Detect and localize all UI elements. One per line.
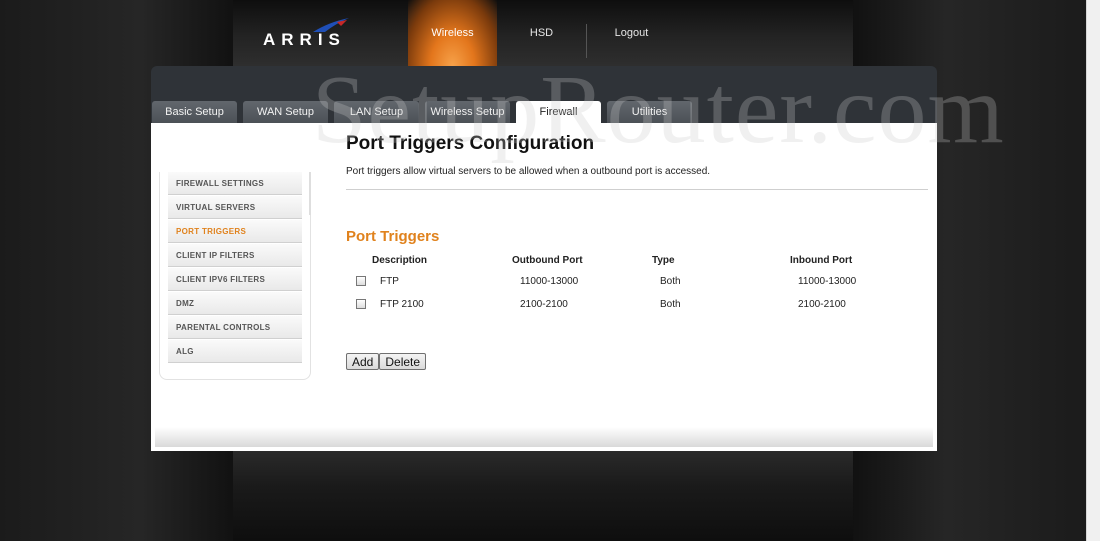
page-description: Port triggers allow virtual servers to b… (346, 166, 711, 177)
tab-wan-setup[interactable]: WAN Setup (243, 101, 328, 123)
topnav-label: HSD (529, 27, 554, 39)
topnav-label: Logout (614, 27, 649, 39)
row-checkbox[interactable] (356, 299, 366, 310)
bottom-decor (233, 451, 853, 541)
main-panel: Basic Setup WAN Setup LAN Setup Wireless… (151, 66, 937, 451)
sidemenu-port-triggers[interactable]: PORT TRIGGERS (168, 220, 302, 243)
header-select (356, 250, 372, 270)
table-row: FTP 11000-13000 Both 11000-13000 (356, 270, 930, 293)
row-description: FTP 2100 (380, 299, 424, 310)
sidemenu-client-ip-filters[interactable]: CLIENT IP FILTERS (168, 244, 302, 267)
side-menu-rule (309, 172, 311, 215)
sidemenu-firewall-settings[interactable]: FIREWALL SETTINGS (168, 172, 302, 195)
sidemenu-alg[interactable]: ALG (168, 340, 302, 363)
topnav-wireless[interactable]: Wireless (408, 0, 497, 66)
row-outbound-port: 11000-13000 (520, 276, 579, 287)
header-outbound-port: Outbound Port (512, 254, 583, 266)
add-button[interactable]: Add (346, 353, 380, 370)
sidemenu-parental-controls[interactable]: PARENTAL CONTROLS (168, 316, 302, 339)
topnav-hsd[interactable]: HSD (497, 0, 586, 66)
header-description: Description (372, 254, 428, 266)
sidemenu-client-ipv6-filters[interactable]: CLIENT IPV6 FILTERS (168, 268, 302, 291)
topnav-label: Wireless (431, 27, 474, 39)
divider (346, 189, 928, 190)
delete-button[interactable]: Delete (379, 353, 427, 370)
topnav-logout[interactable]: Logout (587, 0, 676, 66)
row-inbound-port: 11000-13000 (798, 276, 857, 287)
row-type: Both (660, 276, 681, 287)
row-description: FTP (380, 276, 399, 287)
header-type: Type (652, 254, 675, 266)
row-inbound-port: 2100-2100 (798, 299, 846, 310)
row-outbound-port: 2100-2100 (520, 299, 568, 310)
action-buttons: Add Delete (346, 353, 427, 370)
tab-basic-setup[interactable]: Basic Setup (152, 101, 237, 123)
table-header-row: Description Outbound Port Type Inbound P… (356, 250, 930, 270)
sidemenu-virtual-servers[interactable]: VIRTUAL SERVERS (168, 196, 302, 219)
section-tabs: Basic Setup WAN Setup LAN Setup Wireless… (151, 84, 692, 123)
tab-firewall[interactable]: Firewall (516, 101, 601, 123)
table-row: FTP 2100 2100-2100 Both 2100-2100 (356, 293, 930, 316)
content-area: FIREWALL SETTINGS VIRTUAL SERVERS PORT T… (151, 123, 937, 451)
page-title: Port Triggers Configuration (346, 133, 595, 154)
row-checkbox[interactable] (356, 276, 366, 287)
tab-utilities[interactable]: Utilities (607, 101, 692, 123)
firewall-side-menu: FIREWALL SETTINGS VIRTUAL SERVERS PORT T… (159, 172, 311, 380)
sidemenu-dmz[interactable]: DMZ (168, 292, 302, 315)
content-footer-bar (155, 427, 933, 447)
section-title: Port Triggers (346, 228, 440, 245)
top-navigation: Wireless HSD Logout (408, 0, 676, 66)
tab-wireless-setup[interactable]: Wireless Setup (425, 101, 510, 123)
header-inbound-port: Inbound Port (790, 254, 853, 266)
tab-lan-setup[interactable]: LAN Setup (334, 101, 419, 123)
row-type: Both (660, 299, 681, 310)
page-scrollbar[interactable] (1086, 0, 1100, 541)
arris-logo: ARRIS (263, 30, 346, 49)
top-header: ARRIS Wireless HSD Logout (233, 0, 853, 66)
port-triggers-table: Description Outbound Port Type Inbound P… (356, 250, 930, 316)
